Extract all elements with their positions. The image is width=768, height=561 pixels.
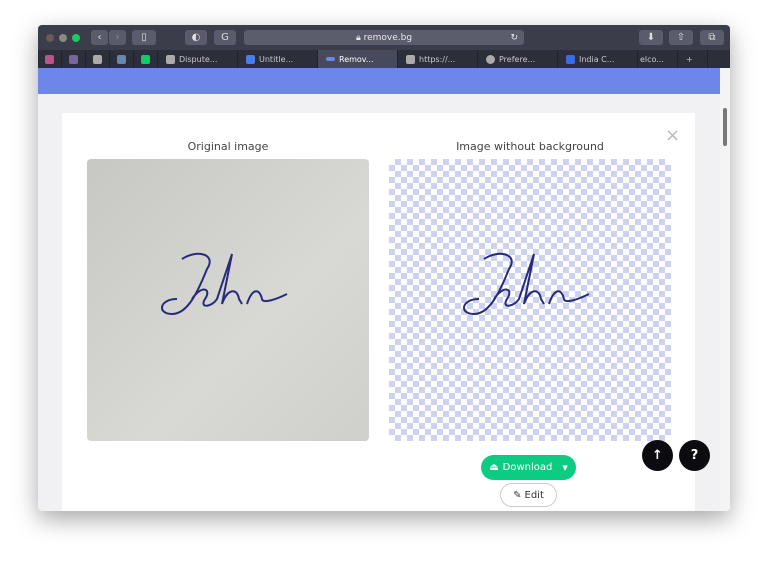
chevron-down-icon[interactable]: ▼	[562, 464, 567, 472]
download-icon: ⏏	[489, 462, 499, 473]
new-tab-button[interactable]: +	[678, 50, 708, 68]
signature-image	[463, 252, 590, 316]
tab-favicon	[166, 54, 175, 64]
original-caption: Original image	[187, 140, 269, 153]
pinned-tab[interactable]	[62, 50, 86, 68]
tab-label: https://...	[419, 54, 456, 64]
result-caption: Image without background	[456, 140, 604, 153]
forward-button[interactable]: ›	[109, 30, 126, 45]
tab-favicon	[406, 54, 415, 64]
tab-label: elco...	[640, 54, 664, 64]
browser-window: ‹ › ▯ ◐ G 🔒︎ remove.bg ↻ ⬇ ⇧ ⧉ Dispute...…	[38, 25, 730, 511]
tab-label: Dispute...	[179, 54, 218, 64]
pinned-tab[interactable]	[86, 50, 110, 68]
downloads-button[interactable]: ⬇	[639, 30, 663, 45]
result-modal: × Original image Image without backgroun…	[62, 113, 695, 511]
tab-label: Remov...	[339, 54, 374, 64]
edit-label: Edit	[524, 489, 544, 501]
zoom-window-button[interactable]	[72, 34, 80, 42]
grammarly-icon[interactable]: G	[214, 30, 236, 45]
gear-icon	[486, 54, 495, 64]
scroll-top-button[interactable]: ↑	[642, 440, 673, 471]
download-label: Download	[502, 462, 553, 473]
tab-label: Prefere...	[499, 54, 536, 64]
original-image	[87, 159, 369, 441]
scrollbar[interactable]	[720, 68, 730, 511]
address-bar[interactable]: 🔒︎ remove.bg ↻	[244, 30, 524, 45]
tab-india[interactable]: India C...	[558, 50, 638, 68]
browser-toolbar: ‹ › ▯ ◐ G 🔒︎ remove.bg ↻ ⬇ ⇧ ⧉	[38, 25, 730, 50]
download-button[interactable]: ⏏ Download ▼	[481, 455, 576, 480]
pinned-tab-icon	[45, 54, 54, 64]
reload-icon[interactable]: ↻	[510, 33, 518, 43]
pinned-tab-icon	[141, 54, 150, 64]
close-window-button[interactable]	[46, 34, 54, 42]
tab-welcome[interactable]: elco...	[638, 50, 678, 68]
pinned-tab[interactable]	[134, 50, 158, 68]
pinned-tab-icon	[93, 54, 102, 64]
edit-button[interactable]: ✎ Edit	[500, 483, 557, 507]
signature-image	[161, 252, 288, 316]
tab-untitled[interactable]: Untitle...	[238, 50, 318, 68]
tab-preferences[interactable]: Prefere...	[478, 50, 558, 68]
tabs-overview-button[interactable]: ⧉	[700, 30, 724, 45]
help-button[interactable]: ?	[679, 440, 710, 471]
tab-favicon	[566, 54, 575, 64]
pinned-tab-icon	[69, 54, 78, 64]
docs-icon	[246, 54, 255, 64]
tab-https[interactable]: https://...	[398, 50, 478, 68]
pinned-tab-icon	[117, 54, 126, 64]
tab-label: Untitle...	[259, 54, 294, 64]
tab-favicon	[326, 57, 335, 61]
tab-removebg[interactable]: Remov...	[318, 50, 398, 68]
back-button[interactable]: ‹	[91, 30, 108, 45]
site-header-band	[38, 68, 720, 94]
pinned-tab[interactable]	[110, 50, 134, 68]
pencil-icon: ✎	[513, 489, 522, 501]
extension-icon[interactable]: ◐	[185, 30, 207, 45]
sidebar-toggle-button[interactable]: ▯	[132, 30, 156, 45]
scrollbar-thumb[interactable]	[723, 108, 727, 146]
result-image	[389, 159, 671, 441]
tab-dispute[interactable]: Dispute...	[158, 50, 238, 68]
pinned-tab[interactable]	[38, 50, 62, 68]
url-text: remove.bg	[363, 32, 413, 43]
share-button[interactable]: ⇧	[669, 30, 693, 45]
lock-icon: 🔒︎	[355, 32, 364, 43]
minimize-window-button[interactable]	[59, 34, 67, 42]
tab-label: India C...	[579, 54, 615, 64]
tab-bar: Dispute... Untitle... Remov... https://.…	[38, 50, 730, 68]
